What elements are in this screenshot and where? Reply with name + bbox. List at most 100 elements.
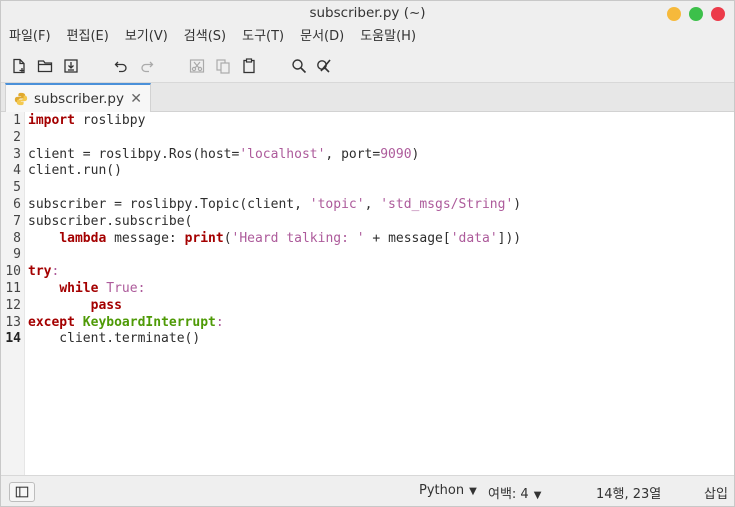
- tab-bar: subscriber.py ✕: [1, 83, 734, 112]
- line-number: 4: [13, 163, 21, 179]
- cut-icon[interactable]: [187, 56, 207, 76]
- line-number: 11: [5, 280, 21, 296]
- chevron-down-icon: ▼: [533, 490, 542, 501]
- code-token: + message[: [364, 230, 451, 246]
- code-area[interactable]: 1 import roslibpy 2 3 client = roslibpy.Ro…: [1, 113, 734, 348]
- replace-icon[interactable]: [314, 56, 334, 76]
- copy-icon[interactable]: [213, 56, 233, 76]
- code-line: 8 lambda message: print('Heard talking: …: [1, 231, 734, 248]
- code-token: client.run(): [28, 163, 122, 179]
- menu-help[interactable]: 도움말(H): [360, 26, 416, 50]
- cursor-position: 14행, 23열: [596, 487, 662, 502]
- line-number: 13: [5, 314, 21, 330]
- open-folder-icon[interactable]: [35, 56, 55, 76]
- code-token: KeyboardInterrupt: [82, 314, 216, 330]
- code-line: 6 subscriber = roslibpy.Topic(client, 'to…: [1, 197, 734, 214]
- code-token: pass: [90, 297, 122, 313]
- python-file-icon: [14, 92, 28, 105]
- title-bar: subscriber.py (~): [1, 1, 734, 26]
- code-token: client = roslibpy.Ros(host=: [28, 146, 240, 162]
- redo-icon[interactable]: [137, 56, 157, 76]
- chevron-down-icon: ▼: [469, 486, 477, 497]
- code-token: lambda: [59, 230, 107, 246]
- code-line: 4 client.run(): [1, 163, 734, 180]
- code-token: ): [411, 146, 420, 162]
- code-line: 11 while True:: [1, 281, 734, 298]
- side-panel-toggle-button[interactable]: [9, 482, 35, 502]
- paste-icon[interactable]: [239, 56, 259, 76]
- code-token: ,: [364, 196, 381, 212]
- menu-document[interactable]: 문서(D): [300, 26, 344, 50]
- code-line: 9: [1, 247, 734, 264]
- code-token: ): [513, 196, 522, 212]
- code-token: subscriber.subscribe(: [28, 213, 193, 229]
- language-selector[interactable]: Python ▼: [419, 483, 477, 498]
- code-token: 'localhost': [239, 146, 326, 162]
- line-number: 12: [5, 297, 21, 313]
- insert-mode: 삽입: [704, 487, 728, 502]
- line-number: 9: [13, 247, 21, 263]
- code-token: print: [184, 230, 224, 246]
- code-line: 5: [1, 180, 734, 197]
- window-title: subscriber.py (~): [309, 5, 426, 21]
- editor-window: subscriber.py (~) 파일(F) 편집(E) 보기(V) 검색(S…: [0, 0, 735, 507]
- tab-close-icon[interactable]: ✕: [130, 91, 142, 107]
- code-token: 9090: [380, 146, 412, 162]
- line-number: 8: [13, 230, 21, 246]
- line-number: 1: [13, 113, 21, 128]
- save-icon[interactable]: [61, 56, 81, 76]
- code-token: try: [28, 264, 52, 280]
- code-line: 1 import roslibpy: [1, 113, 734, 130]
- menu-file[interactable]: 파일(F): [9, 26, 51, 50]
- code-token: 'topic': [309, 196, 365, 212]
- code-token: True: [106, 280, 138, 296]
- code-token: message:: [106, 230, 185, 246]
- line-number: 6: [13, 196, 21, 212]
- line-number: 10: [5, 264, 21, 280]
- code-line: 13 except KeyboardInterrupt:: [1, 315, 734, 332]
- menu-edit[interactable]: 편집(E): [67, 26, 109, 50]
- code-token: , port=: [325, 146, 381, 162]
- code-token: :: [137, 280, 146, 296]
- line-number: 3: [13, 146, 21, 162]
- menu-view[interactable]: 보기(V): [125, 26, 168, 50]
- code-line: 3 client = roslibpy.Ros(host='localhost',…: [1, 147, 734, 164]
- menu-tools[interactable]: 도구(T): [242, 26, 284, 50]
- code-line: 2: [1, 130, 734, 147]
- line-number: 7: [13, 213, 21, 229]
- code-token: ])): [497, 230, 522, 246]
- code-editor[interactable]: 1 import roslibpy 2 3 client = roslibpy.Ro…: [1, 112, 734, 475]
- maximize-button[interactable]: [689, 7, 703, 21]
- code-token: import: [28, 113, 75, 128]
- undo-icon[interactable]: [111, 56, 131, 76]
- code-token: 'data': [450, 230, 498, 246]
- sidebar-icon: [15, 486, 29, 498]
- code-token: subscriber = roslibpy.Topic(client,: [28, 196, 310, 212]
- toolbar: [1, 50, 734, 83]
- code-token: except: [28, 314, 75, 330]
- tab-width-label: 여백: 4: [488, 487, 529, 502]
- code-token: while: [59, 280, 99, 296]
- tab-label: subscriber.py: [34, 90, 124, 107]
- code-token: client.terminate(): [28, 331, 201, 347]
- tab-width-selector[interactable]: 여백: 4 ▼: [488, 483, 541, 502]
- close-button[interactable]: [711, 7, 725, 21]
- search-icon[interactable]: [289, 56, 309, 76]
- new-document-icon[interactable]: [9, 56, 29, 76]
- code-line: 7 subscriber.subscribe(: [1, 214, 734, 231]
- code-token: (: [223, 230, 232, 246]
- code-line: 10 try:: [1, 264, 734, 281]
- language-label: Python: [419, 483, 465, 498]
- tab-subscriber-py[interactable]: subscriber.py ✕: [5, 83, 151, 112]
- menu-search[interactable]: 검색(S): [184, 26, 226, 50]
- code-token: 'Heard talking: ': [231, 230, 365, 246]
- line-number: 2: [13, 129, 21, 145]
- minimize-button[interactable]: [667, 7, 681, 21]
- code-token: 'std_msgs/String': [380, 196, 514, 212]
- line-number: 5: [13, 180, 21, 196]
- code-line: 12 pass: [1, 298, 734, 315]
